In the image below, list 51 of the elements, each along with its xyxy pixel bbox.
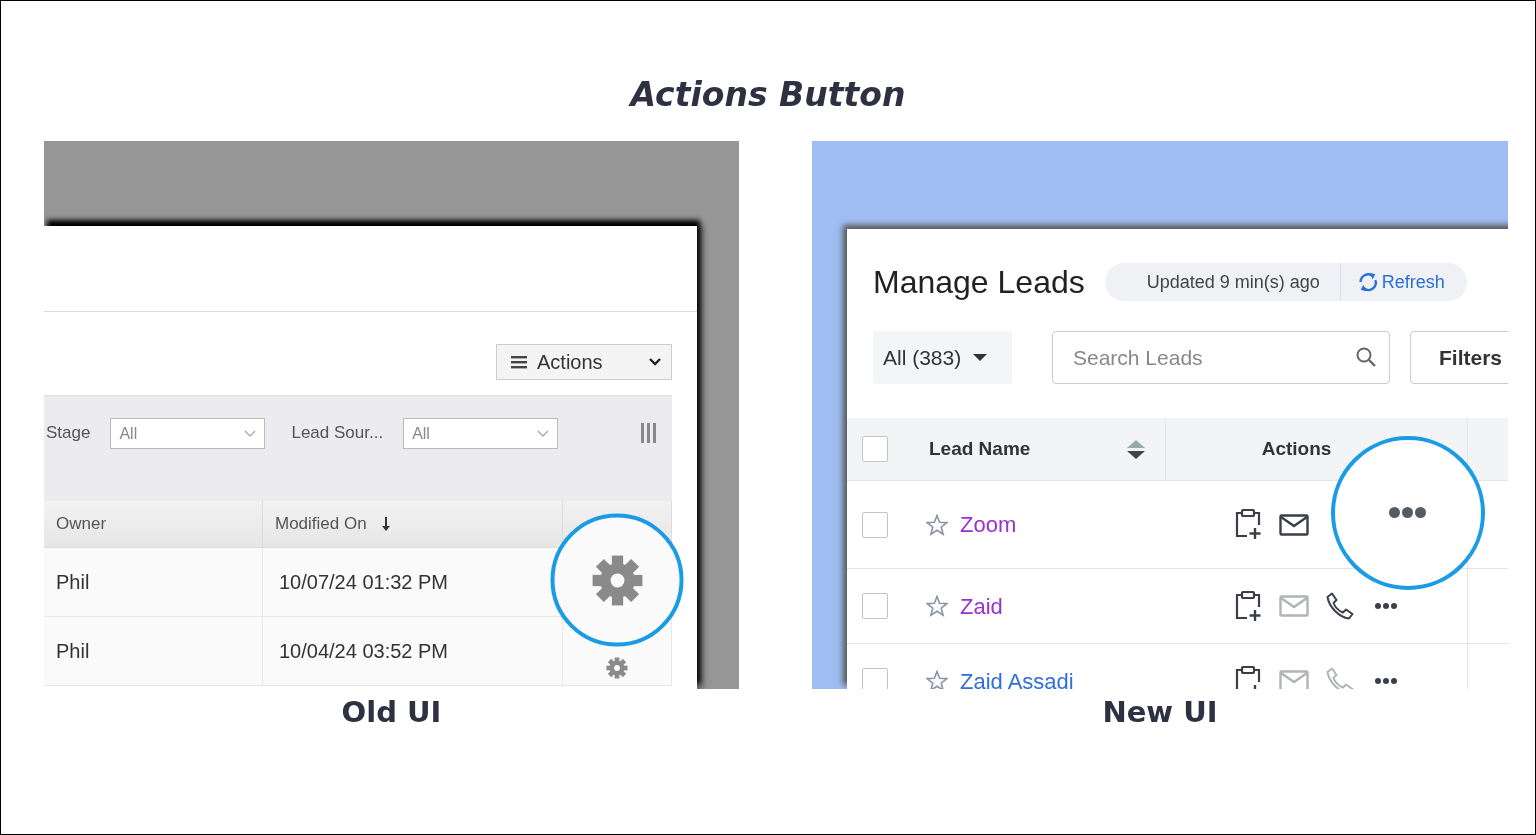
column-header[interactable]: Modified On <box>275 511 367 537</box>
table-cell-text: Phil <box>56 570 90 595</box>
clipboard-plus-icon[interactable] <box>1233 590 1262 622</box>
more-options-icon[interactable] <box>1389 507 1426 518</box>
filter-label: Stage <box>46 422 91 444</box>
table-cell-text: 10/04/24 03:52 PM <box>279 639 448 664</box>
lead-name-link[interactable]: Zaid <box>960 589 1003 623</box>
panel-caption: New UI <box>1102 694 1218 730</box>
gear-icon[interactable] <box>591 554 643 606</box>
star-icon[interactable] <box>926 670 948 689</box>
slide-title: Actions Button <box>627 74 907 116</box>
chevron-icon <box>537 429 550 438</box>
clipboard-plus-icon[interactable] <box>1233 665 1262 689</box>
caret-icon <box>973 354 988 361</box>
more-options-icon[interactable] <box>1374 678 1397 684</box>
mail-icon[interactable] <box>1278 513 1309 536</box>
filter-label: Lead Sour... <box>291 422 384 444</box>
menu-icon <box>511 355 527 369</box>
star-icon[interactable] <box>926 513 948 536</box>
updated-text: Updated 9 min(s) ago <box>1146 270 1320 294</box>
more-options-icon[interactable] <box>1374 603 1397 609</box>
lead-name-link[interactable]: Zaid Assadi <box>960 664 1074 689</box>
panel-caption: Old UI <box>341 694 442 730</box>
filter-select[interactable]: All <box>110 418 266 449</box>
checkbox[interactable] <box>861 668 888 689</box>
table-cell-text: 10/07/24 01:32 PM <box>279 570 448 595</box>
search-icon <box>1356 347 1376 367</box>
chevron-icon <box>649 358 661 366</box>
column-header[interactable]: Owner <box>56 511 107 537</box>
column-header[interactable]: Lead Name <box>929 434 1031 464</box>
chevron-icon <box>244 429 257 438</box>
search-field[interactable]: Search Leads <box>1052 331 1390 384</box>
page-heading: Manage Leads <box>873 263 1085 302</box>
column-header[interactable]: Actions <box>1261 434 1332 464</box>
checkbox[interactable] <box>861 593 888 619</box>
phone-icon[interactable] <box>1325 592 1354 620</box>
sort-arrow-icon[interactable] <box>380 517 391 531</box>
filter-select[interactable]: All <box>403 418 559 449</box>
sort-icon[interactable] <box>1127 439 1145 459</box>
checkbox[interactable] <box>861 511 888 538</box>
view-dropdown[interactable]: All (383) <box>873 331 1012 384</box>
refresh-link[interactable]: Refresh <box>1340 268 1467 296</box>
table-cell-text: Phil <box>56 639 90 664</box>
star-icon[interactable] <box>926 595 948 617</box>
clipboard-plus-icon[interactable] <box>1233 509 1262 540</box>
checkbox[interactable] <box>861 436 888 462</box>
actions-button[interactable]: Actions <box>496 344 672 380</box>
columns-icon[interactable] <box>641 423 656 443</box>
lead-name-link[interactable]: Zoom <box>960 508 1017 541</box>
gear-icon[interactable] <box>606 657 628 679</box>
filters-button[interactable]: Filters <box>1410 331 1508 384</box>
